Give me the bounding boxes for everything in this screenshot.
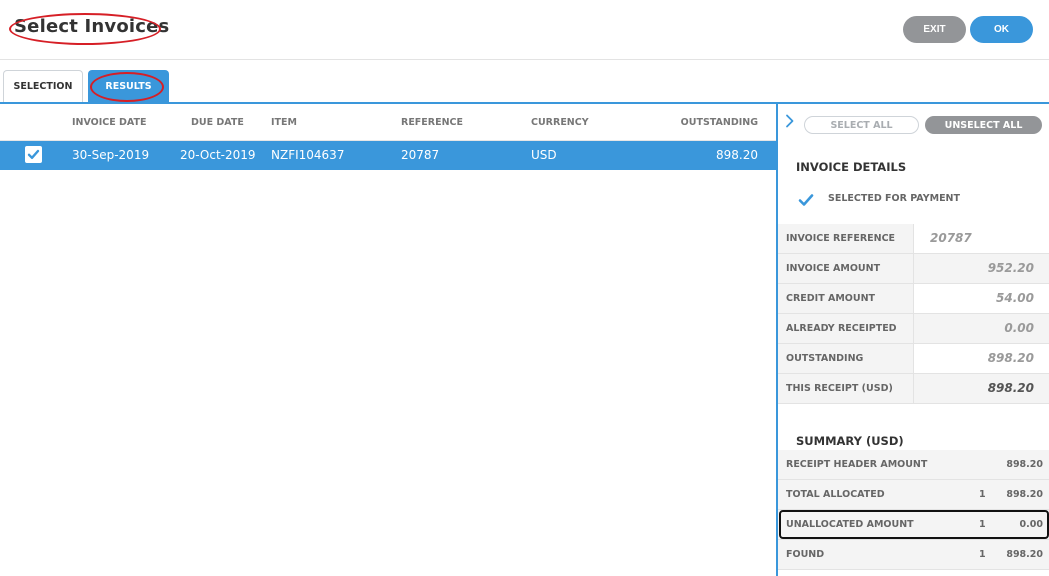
col-due-date[interactable]: DUE DATE [191,105,244,141]
detail-value: 54.00 [996,291,1034,305]
select-all-button[interactable]: SELECT ALL [804,116,919,134]
exit-button[interactable]: EXIT [903,16,966,43]
details-panel: SELECT ALL UNSELECT ALL INVOICE DETAILS … [778,105,1049,576]
col-reference[interactable]: REFERENCE [401,105,463,141]
summary-count: 1 [979,489,986,500]
grid-header: INVOICE DATE DUE DATE ITEM REFERENCE CUR… [0,105,776,141]
detail-label: INVOICE REFERENCE [778,224,914,253]
this-receipt-input[interactable]: 898.20 [988,374,1034,403]
cell-invoice-date: 30-Sep-2019 [72,148,150,162]
summary-label: FOUND [786,549,825,560]
summary-amount: 898.20 [1006,549,1043,560]
detail-label: OUTSTANDING [778,344,914,373]
summary-title: SUMMARY (USD) [796,434,904,448]
detail-value: 20787 [930,231,972,245]
detail-label: ALREADY RECEIPTED [778,314,914,343]
selected-for-payment-checkbox[interactable] [798,192,814,208]
summary-row-found: FOUND 1 898.20 [778,540,1049,570]
summary-label: UNALLOCATED AMOUNT [786,519,914,530]
cell-outstanding: 898.20 [716,148,758,162]
detail-row-invoice-amount: INVOICE AMOUNT 952.20 [778,254,1049,284]
results-grid: INVOICE DATE DUE DATE ITEM REFERENCE CUR… [0,105,776,576]
cell-item: NZFI104637 [271,148,345,162]
detail-row-this-receipt: THIS RECEIPT (USD) 898.20 [778,374,1049,404]
summary-label: RECEIPT HEADER AMOUNT [786,459,928,470]
summary-amount: 0.00 [1019,519,1043,530]
summary-amount: 898.20 [1006,489,1043,500]
invoice-details-title: INVOICE DETAILS [796,160,907,174]
cell-currency: USD [531,148,557,162]
summary-count: 1 [979,549,986,560]
detail-row-invoice-reference: INVOICE REFERENCE 20787 [778,224,1049,254]
selected-for-payment-label: SELECTED FOR PAYMENT [828,193,960,204]
table-row[interactable]: 30-Sep-2019 20-Oct-2019 NZFI104637 20787… [0,141,776,170]
detail-label: INVOICE AMOUNT [778,254,914,283]
tab-results[interactable]: RESULTS [88,70,169,102]
tab-bar: SELECTION RESULTS [0,70,1049,104]
detail-label: CREDIT AMOUNT [778,284,914,313]
cell-due-date: 20-Oct-2019 [180,148,256,162]
unselect-all-button[interactable]: UNSELECT ALL [925,116,1042,134]
detail-value: 952.20 [987,261,1034,275]
col-currency[interactable]: CURRENCY [531,105,589,141]
col-item[interactable]: ITEM [271,105,297,141]
summary-amount: 898.20 [1006,459,1043,470]
header-bar: Select Invoices EXIT OK [0,0,1049,60]
summary-count: 1 [979,519,986,530]
row-checkbox[interactable] [25,146,42,163]
col-invoice-date[interactable]: INVOICE DATE [72,105,147,141]
checkmark-icon [27,149,40,159]
summary-row-total-allocated: TOTAL ALLOCATED 1 898.20 [778,480,1049,510]
page-title: Select Invoices [14,16,170,37]
detail-value: 0.00 [1004,321,1034,335]
cell-reference: 20787 [401,148,440,162]
detail-label: THIS RECEIPT (USD) [778,374,914,403]
col-outstanding[interactable]: OUTSTANDING [681,105,758,141]
detail-row-already-receipted: ALREADY RECEIPTED 0.00 [778,314,1049,344]
tab-selection[interactable]: SELECTION [3,70,83,102]
summary-row-receipt-header: RECEIPT HEADER AMOUNT 898.20 [778,450,1049,480]
summary-row-unallocated: UNALLOCATED AMOUNT 1 0.00 [778,510,1049,540]
detail-row-outstanding: OUTSTANDING 898.20 [778,344,1049,374]
chevron-right-icon[interactable] [785,114,795,128]
ok-button[interactable]: OK [970,16,1033,43]
detail-row-credit-amount: CREDIT AMOUNT 54.00 [778,284,1049,314]
detail-value: 898.20 [987,351,1034,365]
summary-label: TOTAL ALLOCATED [786,489,885,500]
